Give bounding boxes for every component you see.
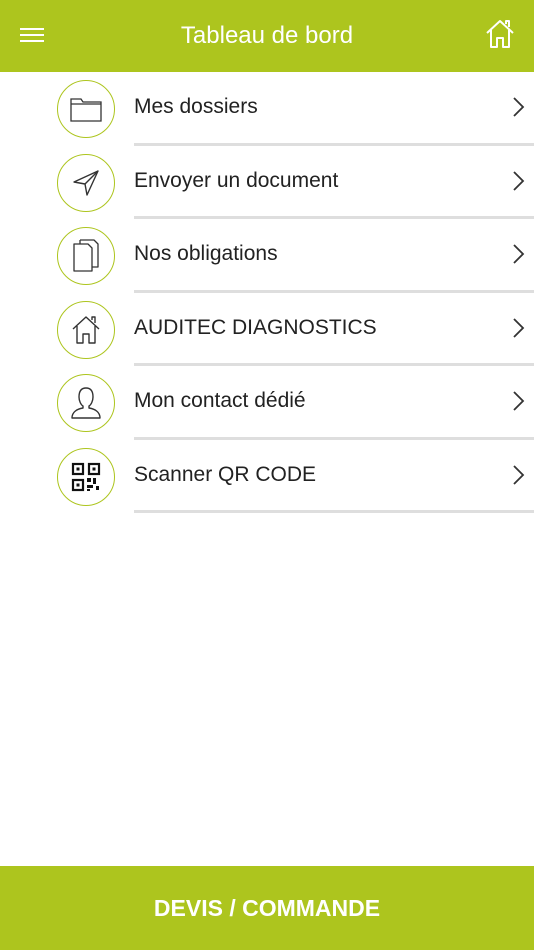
chevron-right-icon (513, 170, 525, 191)
menu-item-label: Nos obligations (134, 242, 278, 265)
person-icon (57, 374, 115, 432)
menu-item-envoyer-document[interactable]: Envoyer un document (0, 146, 534, 219)
menu-item-label: AUDITEC DIAGNOSTICS (134, 315, 377, 339)
hamburger-menu-icon[interactable] (20, 24, 52, 48)
devis-commande-button[interactable]: DEVIS / COMMANDE (0, 866, 534, 950)
menu-item-label: Mes dossiers (134, 95, 258, 118)
chevron-right-icon (513, 97, 525, 117)
devis-commande-label: DEVIS / COMMANDE (153, 894, 381, 921)
folder-icon (57, 80, 115, 138)
menu-item-mes-dossiers[interactable]: Mes dossiers (0, 72, 534, 146)
top-app-bar: Tableau de bord (0, 0, 534, 72)
documents-icon (57, 227, 115, 285)
menu-item-label: Mon contact dédié (134, 389, 306, 412)
chevron-right-icon (513, 244, 525, 264)
menu-item-label: Envoyer un document (134, 168, 339, 192)
chevron-right-icon (513, 391, 525, 411)
qr-code-icon (57, 447, 115, 506)
menu-item-scanner-qr[interactable]: Scanner QR CODE (0, 440, 534, 513)
menu-list: Mes dossiers Envoyer un document Nos obl… (0, 72, 534, 513)
menu-item-mon-contact[interactable]: Mon contact dédié (0, 366, 534, 440)
page-title: Tableau de bord (180, 22, 354, 49)
house-icon (57, 300, 115, 359)
chevron-right-icon (513, 464, 525, 485)
send-icon (57, 153, 115, 212)
separator (134, 510, 534, 513)
home-icon[interactable] (484, 18, 516, 50)
menu-item-label: Scanner QR CODE (134, 462, 317, 486)
chevron-right-icon (513, 317, 525, 338)
menu-item-nos-obligations[interactable]: Nos obligations (0, 219, 534, 293)
menu-item-auditec-diagnostics[interactable]: AUDITEC DIAGNOSTICS (0, 293, 534, 366)
